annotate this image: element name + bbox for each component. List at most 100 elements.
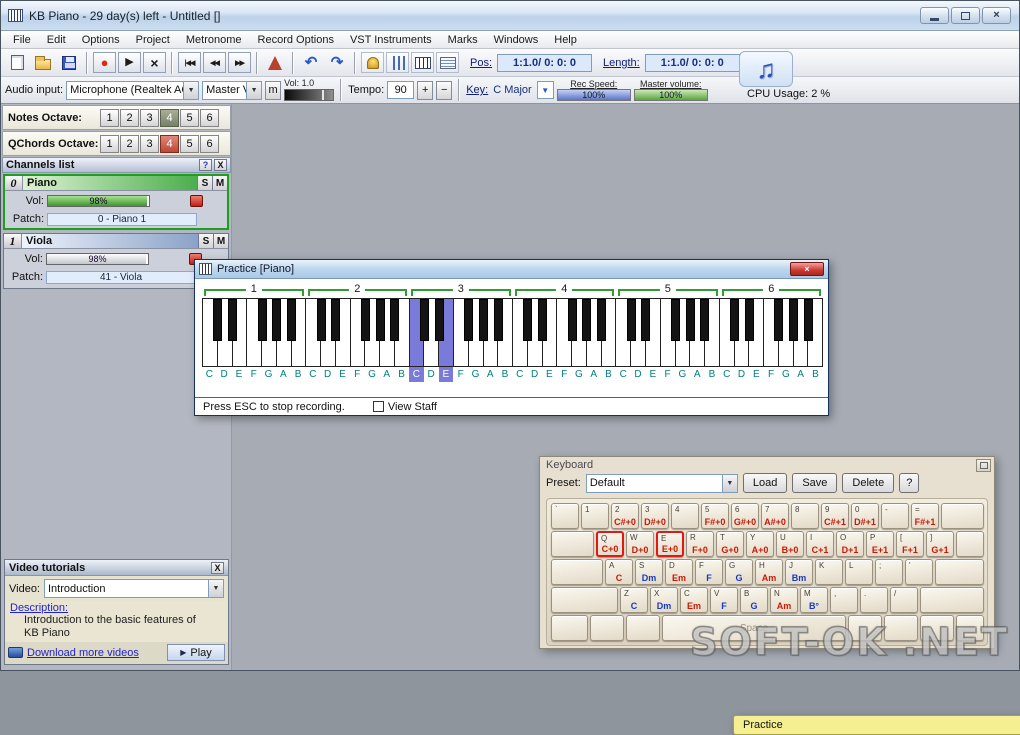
piano-black-key[interactable] [331,299,340,341]
forward-button[interactable]: ▶▶ [228,52,251,73]
kb-key-U[interactable]: UB+0 [776,531,804,557]
kb-key-B[interactable]: BG [740,587,768,613]
menu-windows[interactable]: Windows [486,32,547,48]
kb-key-'[interactable]: ' [905,559,933,585]
piano-black-key[interactable] [641,299,650,341]
description-link[interactable]: Description: [10,602,68,614]
piano-black-key[interactable] [494,299,503,341]
piano-black-key[interactable] [361,299,370,341]
kb-key-6[interactable]: 6G#+0 [731,503,759,529]
video-panel-close-button[interactable]: X [211,562,224,574]
kb-key-N[interactable]: NAm [770,587,798,613]
solo-button[interactable]: S [197,176,212,190]
mixer-button[interactable] [386,52,409,73]
close-button[interactable]: × [982,7,1011,24]
piano-black-key[interactable] [287,299,296,341]
video-select[interactable]: Introduction ▼ [44,579,224,598]
octave-button-2[interactable]: 2 [120,109,139,127]
tempo-increase-button[interactable]: + [417,81,433,100]
kb-key-4[interactable]: 4 [671,503,699,529]
piano-black-key[interactable] [317,299,326,341]
play-button[interactable]: ▶ [118,52,141,73]
kb-key-][interactable]: ]G+1 [926,531,954,557]
menu-help[interactable]: Help [546,32,585,48]
volume-slider[interactable] [284,89,334,101]
kb-key-1[interactable]: 1 [581,503,609,529]
rec-speed-bar[interactable]: 100% [557,89,631,101]
open-file-button[interactable] [31,52,55,74]
solo-button[interactable]: S [198,234,213,248]
title-bar[interactable]: KB Piano - 29 day(s) left - Untitled [] … [1,1,1019,31]
save-button[interactable] [57,52,81,74]
kb-key-.[interactable]: . [860,587,888,613]
load-button[interactable]: Load [743,473,787,493]
dropdown-arrow-icon[interactable]: ▼ [208,580,223,597]
channel-volume-bar[interactable]: 98% [47,195,150,207]
tempo-input[interactable]: 90 [387,81,414,99]
menu-options[interactable]: Options [74,32,128,48]
octave-button-5[interactable]: 5 [180,135,199,153]
piano-black-key[interactable] [464,299,473,341]
kb-key-Y[interactable]: YA+0 [746,531,774,557]
kb-key-7[interactable]: 7A#+0 [761,503,789,529]
octave-button-6[interactable]: 6 [200,135,219,153]
piano-black-key[interactable] [597,299,606,341]
piano-black-key[interactable] [390,299,399,341]
kb-key-F[interactable]: FF [695,559,723,585]
patch-select[interactable]: 41 - Viola [46,271,196,284]
metronome-button[interactable] [263,52,287,74]
kb-key-blank[interactable] [590,615,624,641]
kb-key-X[interactable]: XDm [650,587,678,613]
kb-key-[[interactable]: [F+1 [896,531,924,557]
piano-black-key[interactable] [435,299,444,341]
preset-select[interactable]: Default ▼ [586,474,738,493]
kb-key-blank[interactable] [956,531,984,557]
mute-button[interactable]: M [213,234,228,248]
octave-button-2[interactable]: 2 [120,135,139,153]
kb-key-R[interactable]: RF+0 [686,531,714,557]
keyboard-help-button[interactable]: ? [899,473,919,493]
tempo-decrease-button[interactable]: − [436,81,452,100]
kb-key-`[interactable]: ` [551,503,579,529]
kb-key-,[interactable]: , [830,587,858,613]
menu-vst-instruments[interactable]: VST Instruments [342,32,440,48]
kb-key-W[interactable]: WD+0 [626,531,654,557]
octave-button-1[interactable]: 1 [100,135,119,153]
channels-help-button[interactable]: ? [199,159,212,171]
practice-title-bar[interactable]: Practice [Piano] × [195,260,828,279]
piano-black-key[interactable] [420,299,429,341]
dropdown-arrow-icon[interactable]: ▼ [183,82,198,99]
kb-key-S[interactable]: SDm [635,559,663,585]
piano-black-key[interactable] [272,299,281,341]
practice-close-button[interactable]: × [790,262,824,276]
practice-button[interactable]: Practice [733,715,1020,735]
minimize-button[interactable] [920,7,949,24]
channel-record-button[interactable] [190,195,203,207]
record-button[interactable]: ● [93,52,116,73]
kb-key-blank[interactable] [551,615,588,641]
download-videos-link[interactable]: Download more videos [27,647,139,659]
piano-black-key[interactable] [228,299,237,341]
piano-black-key[interactable] [258,299,267,341]
kb-key-I[interactable]: IC+1 [806,531,834,557]
piano-black-key[interactable] [523,299,532,341]
kb-key-E[interactable]: EE+0 [656,531,684,557]
kb-key-;[interactable]: ; [875,559,903,585]
piano-black-key[interactable] [804,299,813,341]
kb-key-T[interactable]: TG+0 [716,531,744,557]
piano-view-button[interactable] [411,52,434,73]
master-volume-bar[interactable]: 100% [634,89,708,101]
piano-black-key[interactable] [479,299,488,341]
kb-key-D[interactable]: DEm [665,559,693,585]
kb-key-8[interactable]: 8 [791,503,819,529]
save-preset-button[interactable]: Save [792,473,837,493]
piano-black-key[interactable] [774,299,783,341]
delete-button[interactable]: Delete [842,473,894,493]
menu-record-options[interactable]: Record Options [250,32,342,48]
key-select-button[interactable]: ▼ [537,81,554,99]
redo-button[interactable]: ↷ [325,52,349,74]
undo-button[interactable]: ↶ [299,52,323,74]
kb-key-/[interactable]: / [890,587,918,613]
piano-black-key[interactable] [627,299,636,341]
new-file-button[interactable] [5,52,29,74]
